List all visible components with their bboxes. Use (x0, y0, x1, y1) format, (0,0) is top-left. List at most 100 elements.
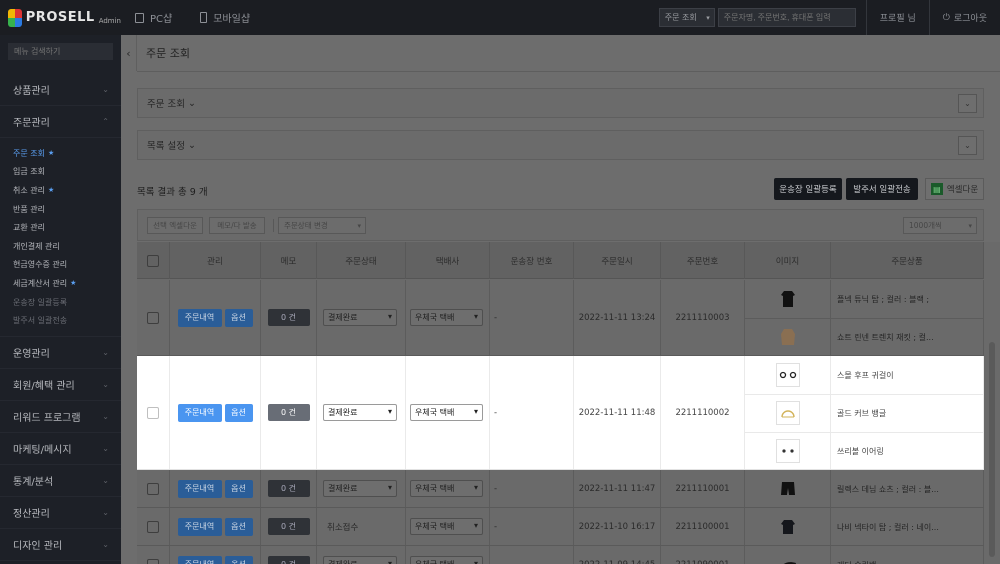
profile-link[interactable]: 프로필 님 (865, 0, 929, 35)
power-icon: ⏻ (942, 12, 950, 23)
header-select-all (137, 242, 170, 279)
order-number-cell[interactable]: 2211100001 (661, 508, 745, 545)
row-checkbox[interactable] (147, 520, 159, 533)
order-detail-button[interactable]: 주문내역 (177, 403, 222, 422)
sidebar-group-orders[interactable]: 주문관리 ⌃ (0, 106, 121, 138)
sidebar-group[interactable]: 정산관리 ⌄ (0, 497, 121, 529)
panel-toggle-button[interactable]: ⌄ (958, 136, 977, 155)
sidebar-bottom-groups: 운영관리 ⌄ 회원/혜택 관리 ⌄ 리워드 프로그램 ⌄ 마케팅/메시지 ⌄ 통계/분석 ⌄ 정산관… (0, 337, 121, 561)
sidebar-group[interactable]: 운영관리 ⌄ (0, 337, 121, 369)
order-status-select[interactable]: 결제완료 (323, 309, 397, 326)
product-name[interactable]: 플넥 튜닉 탑 ; 컬러 : 블랙 ; (837, 294, 929, 305)
topnav-mobile-shop[interactable]: 모바일샵 (200, 10, 250, 25)
search-panel-header[interactable]: 주문 조회 ⌄ ⌄ (137, 88, 984, 118)
panel-toggle-button[interactable]: ⌄ (958, 94, 977, 113)
scrollbar[interactable] (984, 242, 1000, 564)
list-settings-panel-header[interactable]: 목록 설정 ⌄ ⌄ (137, 130, 984, 160)
chevron-down-icon: ⌄ (102, 379, 109, 389)
row-checkbox[interactable] (147, 558, 159, 564)
top-search-select[interactable]: 주문 조회 (658, 8, 715, 27)
order-number-cell[interactable]: 2211110001 (661, 470, 745, 507)
order-detail-button[interactable]: 주문내역 (177, 555, 222, 564)
product-name[interactable]: 나비 넥타이 탑 ; 컬러 : 네이... (837, 522, 939, 533)
sidebar-subitem[interactable]: 발주서 일괄전송 (13, 311, 121, 330)
product-name[interactable]: 릴렉스 데님 쇼츠 ; 컬러 : 블... (837, 484, 939, 495)
courier-select[interactable]: 우체국 택배 (410, 309, 483, 326)
option-button[interactable]: 옵션 (224, 403, 253, 422)
scrollbar-thumb[interactable] (989, 342, 995, 557)
order-number-cell[interactable]: 2211090001 (661, 546, 745, 564)
memo-send-button[interactable]: 메모/다 발송 (209, 217, 265, 234)
memo-count-button[interactable]: 0 건 (267, 309, 310, 326)
ball-earring-icon (776, 439, 800, 463)
top-search-input[interactable] (717, 8, 856, 27)
logo[interactable]: PROSELL Admin (0, 0, 121, 35)
sidebar-group[interactable]: 회원/혜택 관리 ⌄ (0, 369, 121, 401)
sidebar-group[interactable]: 리워드 프로그램 ⌄ (0, 401, 121, 433)
option-button[interactable]: 옵션 (224, 517, 253, 536)
sidebar-subitem[interactable]: 현금영수증 관리 (13, 256, 121, 275)
sidebar-subitem[interactable]: 교환 관리 (13, 218, 121, 237)
product-name[interactable]: 쓰리볼 이어링 (837, 446, 884, 457)
sidebar-subitem-label: 취소 관리 (13, 185, 45, 195)
product-name[interactable]: 레더 슬링백 (837, 560, 876, 564)
order-number-cell[interactable]: 2211110003 (661, 280, 745, 355)
courier-select[interactable]: 우체국 택배 (410, 480, 483, 497)
order-detail-button[interactable]: 주문내역 (177, 479, 222, 498)
topnav-pc-shop[interactable]: PC샵 (135, 10, 172, 25)
sidebar-group[interactable]: 디자인 관리 ⌄ (0, 529, 121, 561)
courier-cell: 우체국 택배 (406, 356, 490, 469)
divider (745, 394, 984, 395)
product-name[interactable]: 골드 커브 뱅글 (837, 408, 886, 419)
sidebar-group-label: 주문관리 (13, 118, 50, 129)
waybill-bulk-button[interactable]: 운송장 일괄등록 (774, 178, 842, 200)
sidebar-subitem[interactable]: 주문 조회 ★ (13, 144, 121, 163)
sidebar-group-products[interactable]: 상품관리 ⌄ (0, 74, 121, 106)
order-status-select[interactable]: 결제완료 (323, 404, 397, 421)
product-name[interactable]: 스몰 후프 귀걸이 (837, 370, 894, 381)
excel-download-button[interactable]: ▤ 엑셀다운 (925, 178, 984, 200)
memo-count-button[interactable]: 0 건 (267, 556, 310, 564)
row-checkbox[interactable] (147, 406, 159, 419)
column-header: 주문상태 (317, 242, 406, 279)
collapse-sidebar-button[interactable]: ‹ (121, 35, 137, 71)
page-size-select[interactable]: 1000개씩 (903, 217, 977, 234)
option-button[interactable]: 옵션 (224, 479, 253, 498)
order-status-select[interactable]: 결제완료 (323, 480, 397, 497)
courier-select[interactable]: 우체국 택배 (410, 518, 483, 535)
chevron-down-icon: ⌄ (102, 507, 109, 517)
sidebar-subitem[interactable]: 반품 관리 (13, 200, 121, 219)
sidebar-subitem[interactable]: 운송장 일괄등록 (13, 293, 121, 312)
row-checkbox[interactable] (147, 482, 159, 495)
list-settings-label: 목록 설정 (147, 141, 185, 152)
sidebar-group[interactable]: 마케팅/메시지 ⌄ (0, 433, 121, 465)
courier-select[interactable]: 우체국 택배 (410, 404, 483, 421)
product-name[interactable]: 쇼트 린넨 트렌치 재킷 ; 컬... (837, 332, 934, 343)
topnav-mobile-label: 모바일샵 (213, 14, 251, 25)
selected-excel-button[interactable]: 선택 엑셀다운 (147, 217, 203, 234)
row-checkbox[interactable] (147, 311, 159, 324)
select-all-checkbox[interactable] (147, 254, 159, 267)
option-button[interactable]: 옵션 (224, 555, 253, 564)
sidebar-subitem[interactable]: 세금계산서 관리 ★ (13, 274, 121, 293)
order-detail-button[interactable]: 주문내역 (177, 517, 222, 536)
sidebar-group-label: 정산관리 (13, 508, 50, 520)
divider (273, 219, 274, 232)
order-status-select[interactable]: 결제완료 (323, 556, 397, 564)
sidebar-search-input[interactable] (8, 43, 113, 60)
logout-link[interactable]: ⏻ 로그아웃 (928, 0, 1000, 35)
sidebar-subitem[interactable]: 개인결제 관리 (13, 237, 121, 256)
sidebar-subitem[interactable]: 취소 관리 ★ (13, 181, 121, 200)
order-number-cell[interactable]: 2211110002 (661, 356, 745, 469)
sidebar-group[interactable]: 통계/분석 ⌄ (0, 465, 121, 497)
row-select-cell (137, 546, 170, 564)
option-button[interactable]: 옵션 (224, 308, 253, 327)
courier-select[interactable]: 우체국 택배 (410, 556, 483, 564)
memo-count-button[interactable]: 0 건 (267, 480, 310, 497)
memo-count-button[interactable]: 0 건 (267, 404, 310, 421)
status-change-select[interactable]: 주문상태 변경 (278, 217, 366, 234)
sidebar-subitem[interactable]: 입금 조회 (13, 163, 121, 182)
memo-count-button[interactable]: 0 건 (267, 518, 310, 535)
order-sheet-send-button[interactable]: 발주서 일괄전송 (846, 178, 918, 200)
order-detail-button[interactable]: 주문내역 (177, 308, 222, 327)
